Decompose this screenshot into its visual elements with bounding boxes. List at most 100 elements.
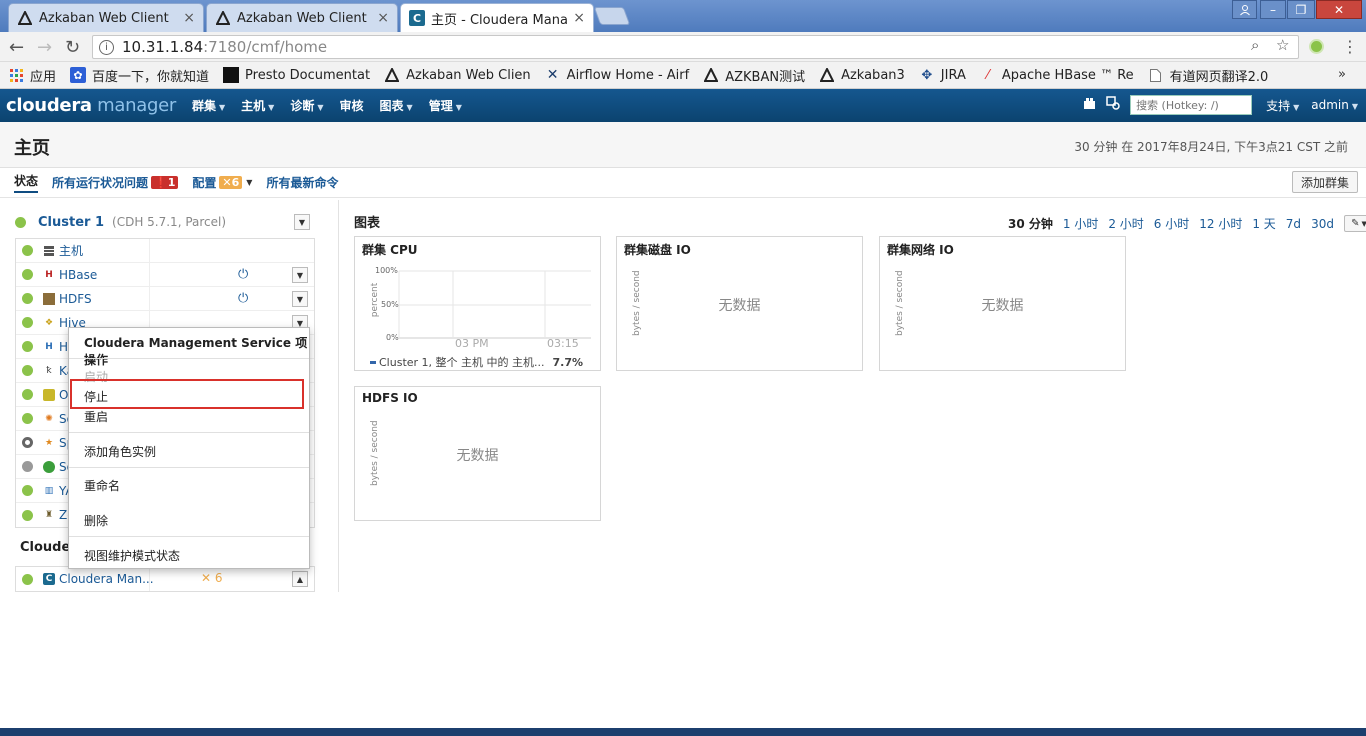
running-commands-icon[interactable]	[1106, 96, 1120, 114]
chart-cluster-cpu[interactable]: 群集 CPU percent 100% 50% 0% 03 PM 03:15 C…	[354, 236, 601, 371]
range-7d[interactable]: 7d	[1286, 217, 1301, 231]
range-1d[interactable]: 1 天	[1252, 215, 1275, 232]
nav-audits[interactable]: 审核	[340, 97, 364, 114]
address-bar[interactable]: i 10.31.1.84:7180/cmf/home	[92, 35, 1299, 59]
reload-icon[interactable]: ↻	[65, 37, 80, 58]
wrench-icon: ✕	[201, 571, 212, 585]
service-name-link[interactable]: Cloudera Man...	[59, 572, 159, 586]
time-range-label[interactable]: 30 分钟 在 2017年8月24日, 下午3点21 CST 之前	[1074, 138, 1348, 155]
extension-icon[interactable]	[1309, 39, 1324, 54]
menu-divider	[69, 358, 309, 359]
cluster-name-link[interactable]: Cluster 1	[38, 215, 104, 230]
range-30m[interactable]: 30 分钟	[1008, 215, 1053, 232]
nav-hosts[interactable]: 主机 ▼	[241, 97, 274, 114]
zoom-icon[interactable]: ⌕	[1251, 36, 1259, 54]
service-name-link[interactable]: HDFS	[59, 292, 147, 306]
chart-cluster-network-io[interactable]: 群集网络 IO bytes / second 无数据	[879, 236, 1126, 371]
no-data-label: 无数据	[718, 298, 761, 314]
nav-clusters[interactable]: 群集 ▼	[192, 97, 225, 114]
nav-label: 支持	[1266, 98, 1291, 113]
browser-tab-cloudera[interactable]: C 主页 - Cloudera Manag ×	[400, 3, 594, 32]
nav-label: 主机	[241, 99, 266, 113]
wrench-icon: ✕	[222, 176, 232, 189]
chart-legend[interactable]: Cluster 1, 整个 主机 中的 主机... 7.7%	[370, 354, 583, 370]
ytick-label: 0%	[386, 333, 399, 342]
new-tab-button[interactable]	[593, 7, 631, 25]
close-icon[interactable]: ×	[573, 10, 585, 26]
bookmark-presto[interactable]: Presto Documentat	[223, 67, 370, 83]
cms-actions-dropdown-open[interactable]: ▲	[292, 571, 308, 587]
service-row-hdfs: HDFS ⏻ ▼	[16, 287, 314, 311]
range-30d[interactable]: 30d	[1311, 217, 1334, 231]
range-1h[interactable]: 1 小时	[1063, 215, 1098, 232]
bookmark-airflow[interactable]: ✕ Airflow Home - Airf	[545, 67, 689, 83]
service-actions-dropdown[interactable]: ▼	[292, 291, 308, 307]
tab-title: 主页 - Cloudera Manag	[431, 12, 568, 28]
nav-label: 诊断	[290, 99, 315, 113]
search-input[interactable]	[1130, 95, 1253, 115]
chart-edit-dropdown[interactable]: ✎ ▼	[1343, 215, 1366, 232]
browser-tab-azkaban-1[interactable]: Azkaban Web Client ×	[8, 3, 204, 32]
parcel-icon[interactable]	[1083, 97, 1096, 114]
menu-item-rename[interactable]: 重命名	[84, 477, 120, 494]
menu-item-restart[interactable]: 重启	[84, 408, 108, 425]
menu-item-maintenance[interactable]: 视图维护模式状态	[84, 547, 180, 564]
close-icon[interactable]: ×	[377, 10, 389, 26]
bookmarks-bar: 应用 ✿ 百度一下，你就知道 Presto Documentat Azkaban…	[0, 62, 1366, 89]
cloudera-manager-logo[interactable]: cloudera manager	[6, 95, 176, 116]
more-bookmarks-icon[interactable]: »	[1338, 67, 1346, 82]
bookmark-azkaban-test[interactable]: AZKBAN测试	[703, 66, 805, 85]
service-name-link[interactable]: 主机	[59, 242, 147, 259]
document-icon	[1148, 67, 1164, 83]
nav-label: 管理	[428, 99, 453, 113]
nav-charts[interactable]: 图表 ▼	[380, 97, 413, 114]
hdfs-icon	[43, 292, 55, 305]
chart-hdfs-io[interactable]: HDFS IO bytes / second 无数据	[354, 386, 601, 521]
service-name-link[interactable]: HBase	[59, 268, 147, 282]
tab-recent-commands[interactable]: 所有最新命令	[266, 174, 338, 191]
menu-item-delete[interactable]: 删除	[84, 512, 108, 529]
time-range-selector: 30 分钟 1 小时 2 小时 6 小时 12 小时 1 天 7d 30d ✎ ▼	[1008, 215, 1366, 232]
info-icon[interactable]: i	[99, 39, 114, 55]
service-row-hbase: H HBase ⏻ ▼	[16, 263, 314, 287]
browser-tab-azkaban-2[interactable]: Azkaban Web Client ×	[206, 3, 398, 32]
nav-support[interactable]: 支持 ▼	[1266, 97, 1299, 114]
edit-icon: ✎	[1351, 218, 1360, 229]
close-icon[interactable]: ×	[183, 10, 195, 26]
maximize-icon[interactable]: ❐	[1287, 0, 1315, 19]
bookmark-youdao[interactable]: 有道网页翻译2.0	[1148, 66, 1268, 85]
forward-icon[interactable]: →	[37, 37, 52, 58]
user-icon[interactable]	[1232, 0, 1257, 19]
health-stopped-icon	[22, 461, 33, 472]
bookmark-hbase[interactable]: ⁄ Apache HBase ™ Re	[980, 67, 1134, 83]
nav-admin[interactable]: 管理 ▼	[429, 97, 462, 114]
service-actions-dropdown[interactable]: ▼	[292, 267, 308, 283]
window-close-icon[interactable]: ✕	[1316, 0, 1362, 19]
baidu-paw-icon: ✿	[70, 67, 87, 83]
range-6h[interactable]: 6 小时	[1154, 215, 1189, 232]
bookmark-azkaban3[interactable]: Azkaban3	[819, 67, 905, 83]
menu-dots-icon[interactable]: ⋮	[1342, 37, 1358, 56]
tab-status[interactable]: 状态	[14, 172, 39, 193]
range-12h[interactable]: 12 小时	[1199, 215, 1242, 232]
config-warning[interactable]: ✕ 6	[201, 571, 223, 585]
bookmark-baidu[interactable]: ✿ 百度一下，你就知道	[70, 66, 209, 85]
tab-configuration[interactable]: 配置 ✕6 ▼	[192, 174, 252, 191]
health-issue-badge: ❗1	[151, 176, 179, 189]
bookmark-azkaban[interactable]: Azkaban Web Clien	[384, 67, 531, 83]
range-2h[interactable]: 2 小时	[1108, 215, 1143, 232]
minimize-icon[interactable]: –	[1260, 0, 1286, 19]
add-cluster-button[interactable]: 添加群集	[1291, 171, 1358, 193]
bookmark-jira[interactable]: ✥ JIRA	[919, 67, 966, 83]
bookmark-star-icon[interactable]: ☆	[1276, 36, 1289, 54]
caret-down-icon: ▼	[1361, 219, 1366, 228]
nav-diagnostics[interactable]: 诊断 ▼	[290, 97, 323, 114]
tab-health-issues[interactable]: 所有运行状况问题 ❗1	[52, 174, 179, 191]
bookmark-apps[interactable]: 应用	[8, 66, 56, 85]
cluster-actions-dropdown[interactable]: ▼	[294, 214, 310, 230]
nav-user[interactable]: admin ▼	[1311, 98, 1358, 112]
health-good-icon	[22, 341, 33, 352]
back-icon[interactable]: ←	[9, 37, 24, 58]
menu-item-add-role[interactable]: 添加角色实例	[84, 443, 156, 460]
chart-cluster-disk-io[interactable]: 群集磁盘 IO bytes / second 无数据	[616, 236, 863, 371]
